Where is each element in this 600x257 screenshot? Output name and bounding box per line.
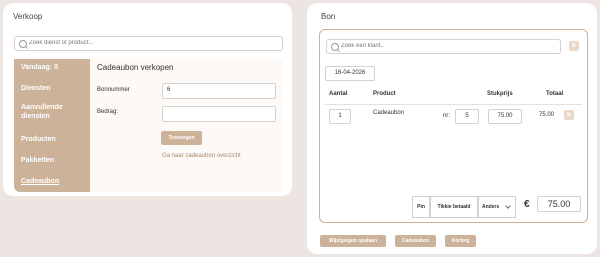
receipt-box: × 16-04-2026 Aantal Product Stukprijs To…: [319, 29, 588, 223]
unit-price-field[interactable]: 75.00: [488, 109, 522, 124]
header-divider: [325, 104, 582, 105]
col-stukprijs: Stukprijs: [487, 91, 513, 97]
bonnummer-value: 6: [167, 87, 171, 93]
cadeaubon-button[interactable]: Cadeaubon: [395, 235, 436, 247]
nr-label: nr:: [443, 113, 451, 119]
date-field[interactable]: 16-04-2026: [325, 66, 375, 81]
form-title: Cadeaubon verkopen: [97, 63, 174, 72]
bonnummer-label: Bonnummer: [97, 87, 130, 93]
clear-client-button[interactable]: ×: [569, 41, 579, 51]
cadeaubon-overview-link[interactable]: Ga naar cadeaubon overzicht: [162, 153, 241, 159]
chevron-down-icon: [505, 205, 511, 209]
col-aantal: Aantal: [329, 91, 348, 97]
bonnummer-field[interactable]: 6: [162, 83, 276, 99]
add-button[interactable]: Toevoegen: [161, 131, 202, 145]
col-product: Product: [373, 91, 396, 97]
bedrag-label: Bedrag:: [97, 109, 119, 115]
remove-row-button[interactable]: ×: [564, 110, 574, 120]
product-name: Cadeaubon: [373, 110, 405, 116]
quantity-field[interactable]: 1: [329, 109, 351, 124]
voucher-number-field[interactable]: 5: [455, 109, 479, 124]
product-search[interactable]: [14, 36, 283, 51]
client-search[interactable]: [326, 39, 561, 54]
tikkie-button[interactable]: Tikkie betaald: [430, 196, 478, 218]
product-search-input[interactable]: [29, 38, 280, 48]
sidebar-item-diensten[interactable]: Diensten: [21, 84, 87, 93]
client-search-input[interactable]: [341, 41, 558, 51]
sidebar-item-pakketten[interactable]: Pakketten: [21, 156, 87, 165]
bedrag-field[interactable]: [162, 106, 276, 122]
bon-title: Bon: [321, 12, 336, 21]
sidebar-item-vandaag[interactable]: Vandaag: 0: [21, 63, 87, 72]
sidebar-item-producten[interactable]: Producten: [21, 135, 87, 144]
grand-total-field: 75.00: [537, 196, 581, 212]
verkoop-title: Verkoop: [13, 12, 43, 21]
currency-symbol: €: [524, 199, 530, 210]
sidebar-item-cadeaubon[interactable]: Cadeaubon: [21, 177, 87, 186]
category-sidebar: Vandaag: 0 Diensten Aanvullende diensten…: [14, 59, 90, 192]
row-total: 75.00: [539, 112, 555, 118]
pin-button[interactable]: Pin: [412, 196, 430, 218]
search-icon: [331, 43, 339, 51]
save-changes-button[interactable]: Wijzigingen opslaan: [320, 235, 386, 247]
anders-dropdown[interactable]: Anders: [478, 196, 516, 218]
cadeaubon-form: Cadeaubon verkopen Bonnummer 6 Bedrag: T…: [90, 59, 283, 192]
anders-label: Anders: [482, 204, 500, 210]
korting-button[interactable]: Korting: [445, 235, 476, 247]
col-totaal: Totaal: [546, 91, 564, 97]
verkoop-panel: Verkoop Vandaag: 0 Diensten Aanvullende …: [3, 3, 292, 196]
sidebar-item-aanvullende-diensten[interactable]: Aanvullende diensten: [21, 103, 87, 121]
bon-panel: Bon × 16-04-2026 Aantal Product Stukprij…: [307, 3, 597, 254]
search-icon: [19, 40, 27, 48]
